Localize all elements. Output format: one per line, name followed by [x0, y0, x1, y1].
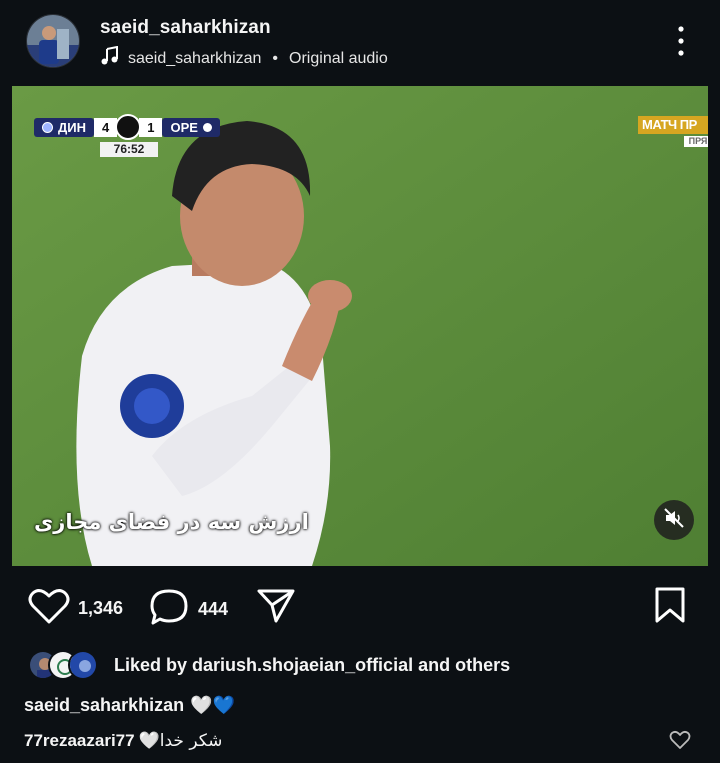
comment-item: 77rezaazari77 شکر خدا🤍	[24, 731, 222, 751]
like-action: 1,346	[28, 587, 123, 630]
scoreboard-away-score: 1	[139, 117, 163, 137]
match-clock: 76:52	[100, 142, 158, 157]
team-crest-icon	[202, 122, 212, 132]
comment-text: شکر خدا🤍	[138, 731, 223, 751]
video-subtitle: ارزش سه در فضای مجازی	[34, 510, 309, 534]
audio-separator: •	[272, 49, 279, 67]
small-heart-icon[interactable]	[669, 730, 691, 755]
audio-label[interactable]: Original audio	[289, 50, 388, 68]
bookmark-icon[interactable]	[652, 586, 688, 629]
scoreboard-away-team: ОРЕ	[162, 117, 220, 137]
channel-sub-logo: ПРЯ	[684, 136, 708, 147]
league-ball-icon	[115, 114, 142, 140]
comment-action: 444	[148, 587, 228, 632]
scoreboard-home-score: 4	[94, 117, 118, 137]
audio-username[interactable]: saeid_saharkhizan	[128, 50, 261, 68]
team-crest-icon	[42, 121, 53, 133]
comment-count[interactable]: 444	[198, 599, 228, 620]
liked-by-text[interactable]: Liked by dariush.shojaeian_official and …	[114, 655, 510, 676]
heart-icon[interactable]	[28, 587, 70, 630]
scoreboard: ДИН 4 1 ОРЕ	[34, 114, 220, 140]
post-caption: saeid_saharkhizan 🤍💙	[24, 695, 235, 716]
channel-logo: МАТЧ ПР	[638, 116, 708, 134]
like-count[interactable]: 1,346	[78, 598, 123, 619]
post-author-username[interactable]: saeid_saharkhizan	[100, 17, 271, 39]
save-action[interactable]	[652, 586, 688, 629]
caption-emojis: 🤍💙	[190, 695, 235, 716]
post-video[interactable]: ДИН 4 1 ОРЕ 76:52 МАТЧ ПР ПРЯ ارزش سه در…	[12, 86, 708, 566]
author-avatar[interactable]	[26, 14, 80, 68]
mute-toggle-button[interactable]	[654, 500, 694, 540]
liker-avatar[interactable]	[68, 650, 98, 680]
caption-username[interactable]: saeid_saharkhizan	[24, 695, 184, 716]
scoreboard-home-team: ДИН	[34, 117, 94, 137]
muted-speaker-icon	[663, 507, 685, 534]
comment-bubble-icon[interactable]	[148, 587, 190, 632]
video-frame	[12, 86, 708, 566]
share-action[interactable]	[256, 587, 296, 630]
liked-by-row[interactable]: Liked by dariush.shojaeian_official and …	[28, 650, 510, 680]
more-options-icon[interactable]	[670, 24, 692, 58]
share-paper-plane-icon[interactable]	[256, 587, 296, 630]
music-note-icon	[100, 45, 120, 71]
comment-username[interactable]: 77rezaazari77	[24, 731, 135, 751]
audio-attribution[interactable]: saeid_saharkhizan • Original audio	[100, 45, 388, 71]
